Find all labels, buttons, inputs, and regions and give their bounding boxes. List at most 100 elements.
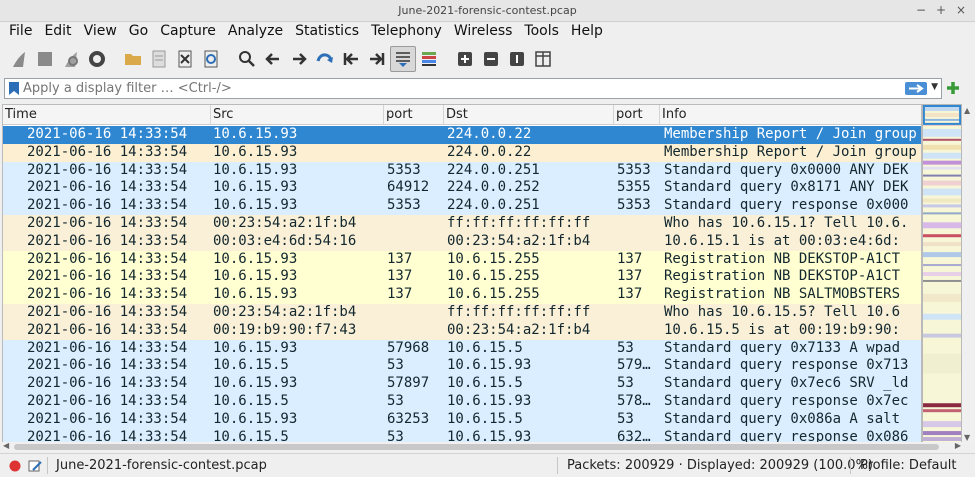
- packet-cell-time: 2021-06-16 14:33:54: [27, 143, 188, 160]
- packet-cell-info: Registration NB DEKSTOP-A1CT: [664, 250, 901, 267]
- maximize-button[interactable]: +: [933, 2, 949, 18]
- first-packet-icon[interactable]: [338, 46, 364, 72]
- packet-row[interactable]: 2021-06-16 14:33:54 10.6.15.93 5353 224.0.0…: [3, 161, 921, 180]
- go-back-icon[interactable]: [260, 46, 286, 72]
- column-header-dst[interactable]: Dst: [444, 105, 614, 125]
- packet-row[interactable]: 2021-06-16 14:33:54 00:19:b9:90:f7:43 00:2…: [3, 321, 921, 340]
- packet-cell-dport: 579…: [617, 357, 651, 374]
- menu-go[interactable]: Go: [123, 22, 154, 42]
- go-to-packet-icon[interactable]: [312, 46, 338, 72]
- packet-cell-src: 00:23:54:a2:1f:b4: [213, 214, 357, 231]
- menu-wireless[interactable]: Wireless: [448, 22, 519, 42]
- packet-cell-time: 2021-06-16 14:33:54: [27, 375, 188, 392]
- display-filter-bar: ▼: [4, 78, 942, 99]
- packet-row[interactable]: 2021-06-16 14:33:54 10.6.15.93 137 10.6.15.…: [3, 250, 921, 269]
- bookmark-icon[interactable]: [7, 81, 21, 96]
- status-file-name: June-2021-forensic-contest.pcap: [56, 458, 267, 473]
- stop-capture-icon[interactable]: [32, 46, 58, 72]
- packet-row[interactable]: 2021-06-16 14:33:54 00:23:54:a2:1f:b4 ff:f…: [3, 303, 921, 322]
- packet-row[interactable]: 2021-06-16 14:33:54 10.6.15.93 5353 224.0.0…: [3, 197, 921, 215]
- expert-info-icon[interactable]: [9, 460, 21, 472]
- display-filter-input[interactable]: [23, 80, 903, 97]
- resize-columns-icon[interactable]: [530, 46, 556, 72]
- packet-cell-sport: 5353: [387, 161, 421, 178]
- packet-cell-sport: 53: [387, 357, 404, 374]
- packet-row[interactable]: 2021-06-16 14:33:54 10.6.15.5 53 10.6.15.93…: [3, 392, 921, 411]
- packet-cell-dport: 137: [617, 286, 643, 303]
- column-header-time[interactable]: Time: [3, 105, 211, 125]
- go-forward-icon[interactable]: [286, 46, 312, 72]
- packet-cell-sport: 63253: [387, 410, 430, 427]
- save-file-icon[interactable]: [146, 46, 172, 72]
- status-profile[interactable]: Profile: Default: [860, 458, 956, 473]
- packet-row[interactable]: 2021-06-16 14:33:54 10.6.15.93 224.0.0.22 M…: [3, 126, 921, 144]
- scroll-left-icon[interactable]: ◀: [3, 441, 9, 450]
- zoom-in-icon[interactable]: [452, 46, 478, 72]
- close-button[interactable]: ×: [953, 2, 969, 18]
- filter-history-dropdown-icon[interactable]: ▼: [931, 82, 938, 92]
- packet-cell-time: 2021-06-16 14:33:54: [27, 161, 188, 178]
- menu-file[interactable]: File: [3, 22, 38, 42]
- column-header-info[interactable]: Info: [660, 105, 921, 125]
- menu-help[interactable]: Help: [565, 22, 609, 42]
- scroll-right-icon[interactable]: ▶: [955, 441, 961, 450]
- horizontal-scroll-thumb[interactable]: [14, 444, 939, 450]
- add-filter-button-icon[interactable]: [946, 81, 960, 95]
- packet-row[interactable]: 2021-06-16 14:33:54 10.6.15.93 224.0.0.22 M…: [3, 143, 921, 162]
- capture-comment-icon[interactable]: [28, 459, 42, 473]
- menu-telephony[interactable]: Telephony: [365, 22, 448, 42]
- main-toolbar: [0, 43, 975, 75]
- packet-cell-src: 10.6.15.93: [213, 143, 298, 160]
- colorize-icon[interactable]: [416, 46, 442, 72]
- menu-tools[interactable]: Tools: [518, 22, 565, 42]
- packet-cell-info: Registration NB SALTMOBSTERS: [664, 286, 901, 303]
- find-packet-icon[interactable]: [234, 46, 260, 72]
- close-file-icon[interactable]: [172, 46, 198, 72]
- horizontal-scrollbar[interactable]: ◀ ▶: [2, 441, 962, 452]
- packet-cell-sport: 57968: [387, 339, 430, 356]
- packet-cell-dport: 578…: [617, 392, 651, 409]
- column-header-src[interactable]: Src: [211, 105, 384, 125]
- packet-cell-dport: 5355: [617, 179, 651, 196]
- reload-file-icon[interactable]: [198, 46, 224, 72]
- packet-row[interactable]: 2021-06-16 14:33:54 00:23:54:a2:1f:b4 ff:f…: [3, 214, 921, 233]
- restart-capture-icon[interactable]: [58, 46, 84, 72]
- packet-cell-sport: 5353: [387, 197, 421, 214]
- column-header-src-port[interactable]: port: [384, 105, 444, 125]
- packet-cell-dport: 137: [617, 250, 643, 267]
- open-file-icon[interactable]: [120, 46, 146, 72]
- packet-row[interactable]: 2021-06-16 14:33:54 00:03:e4:6d:54:16 00:2…: [3, 232, 921, 251]
- packet-row[interactable]: 2021-06-16 14:33:54 10.6.15.93 64912 224.0.…: [3, 179, 921, 198]
- packet-row[interactable]: 2021-06-16 14:33:54 10.6.15.93 137 10.6.15.…: [3, 286, 921, 304]
- packet-minimap[interactable]: [922, 104, 962, 444]
- zoom-normal-icon[interactable]: [504, 46, 530, 72]
- packet-row[interactable]: 2021-06-16 14:33:54 10.6.15.93 57968 10.6.1…: [3, 339, 921, 358]
- packet-cell-dport: 53: [617, 410, 634, 427]
- minimize-button[interactable]: −: [913, 2, 929, 18]
- packet-cell-dst: 224.0.0.252: [447, 179, 540, 196]
- menu-capture[interactable]: Capture: [154, 22, 222, 42]
- scroll-down-icon[interactable]: ▼: [964, 433, 970, 442]
- menu-analyze[interactable]: Analyze: [222, 22, 289, 42]
- vertical-scrollbar[interactable]: ▲ ▼: [962, 104, 974, 444]
- packet-cell-info: 10.6.15.5 is at 00:19:b9:90:: [664, 321, 901, 338]
- packet-row[interactable]: 2021-06-16 14:33:54 10.6.15.93 57897 10.6.1…: [3, 375, 921, 393]
- autoscroll-icon[interactable]: [390, 46, 416, 72]
- packet-cell-info: Membership Report / Join group: [664, 126, 917, 142]
- packet-cell-sport: 64912: [387, 179, 430, 196]
- packet-cell-time: 2021-06-16 14:33:54: [27, 179, 188, 196]
- scroll-up-icon[interactable]: ▲: [964, 106, 970, 115]
- capture-options-icon[interactable]: [84, 46, 110, 72]
- packet-row[interactable]: 2021-06-16 14:33:54 10.6.15.5 53 10.6.15.93…: [3, 357, 921, 376]
- menu-edit[interactable]: Edit: [38, 22, 77, 42]
- packet-row[interactable]: 2021-06-16 14:33:54 10.6.15.93 63253 10.6.1…: [3, 410, 921, 429]
- start-capture-icon[interactable]: [6, 46, 32, 72]
- apply-filter-arrow-icon[interactable]: [905, 82, 927, 95]
- menu-view[interactable]: View: [78, 22, 123, 42]
- zoom-out-icon[interactable]: [478, 46, 504, 72]
- packet-cell-info: Membership Report / Join group: [664, 143, 917, 160]
- last-packet-icon[interactable]: [364, 46, 390, 72]
- column-header-dst-port[interactable]: port: [614, 105, 660, 125]
- packet-row[interactable]: 2021-06-16 14:33:54 10.6.15.93 137 10.6.15.…: [3, 268, 921, 287]
- menu-statistics[interactable]: Statistics: [289, 22, 365, 42]
